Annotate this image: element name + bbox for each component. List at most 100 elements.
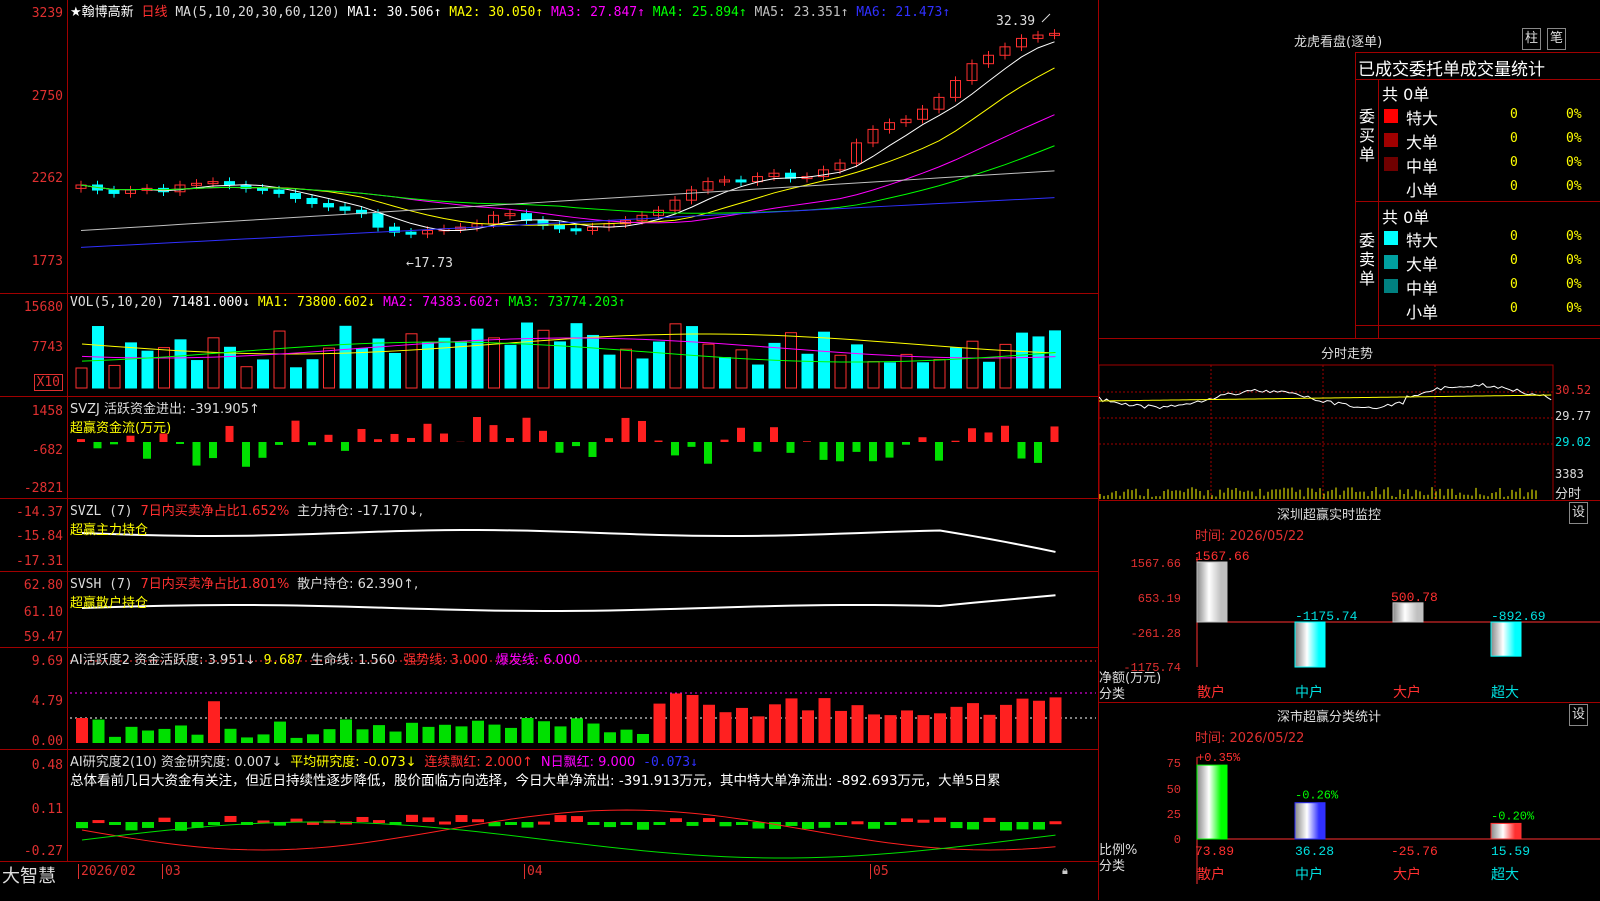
diff-label: -0.26% [1295, 789, 1339, 803]
research-bar [208, 822, 220, 825]
activity-bar [208, 701, 220, 743]
category-bar [1491, 823, 1521, 839]
y-tick: 1567.66 [1131, 557, 1181, 571]
sz-bar-chart[interactable]: 1567.66653.19-261.28-1175.741567.66散户-11… [1099, 501, 1600, 703]
research-bar [76, 822, 88, 828]
kline-panel[interactable]: 3239 2750 2262 1773 ★翰博高新 日线 MA(5,10,20,… [0, 0, 1098, 294]
activity-bar [769, 704, 781, 743]
volume-bar [505, 345, 516, 388]
ma-line-2 [81, 68, 1055, 225]
y-tick: 0 [1174, 833, 1181, 847]
research-bar [291, 819, 303, 822]
vol-ma2: MA2: 74383.602↑ [383, 295, 500, 310]
intraday-chart[interactable] [1099, 339, 1600, 501]
money-flow-bar [869, 442, 877, 461]
research-bar [571, 816, 583, 822]
ai1-header: AI活跃度2 资金活跃度: 3.951↓ 9.687 生命线: 1.560 强势… [70, 649, 580, 668]
svzj-panel[interactable]: 1458 -682 -2821 SVZJ 活跃资金进出: -391.905↑ 超… [0, 397, 1098, 499]
money-flow-bar [935, 442, 943, 461]
research-bar [934, 818, 946, 822]
diff-label: +0.35% [1197, 751, 1241, 765]
volume-bar [390, 353, 401, 388]
research-bar [109, 822, 121, 825]
ss-xlabel: 分类 [1099, 855, 1125, 874]
money-flow-bar [259, 442, 267, 458]
order-color-swatch [1384, 109, 1398, 123]
order-type-label: 中单 [1406, 275, 1438, 299]
activity-bar [1017, 699, 1029, 743]
period-label[interactable]: 日线 [141, 5, 167, 20]
order-color-swatch [1384, 181, 1398, 195]
research-bar [505, 822, 517, 825]
research-bar [819, 822, 831, 828]
volume-bar [1033, 337, 1044, 388]
money-flow-bar [803, 441, 811, 442]
stock-title[interactable]: ★翰博高新 [70, 5, 134, 20]
vol-ma1: MA1: 73800.602↓ [258, 295, 375, 310]
volume-bar [439, 338, 450, 388]
order-percent: 0% [1566, 131, 1582, 146]
category-label: 超大 [1491, 685, 1519, 701]
lock-icon[interactable]: 🔒︎ [1062, 864, 1068, 878]
research-bar [1000, 822, 1012, 831]
money-flow-bar [820, 442, 828, 460]
ss-bar-chart[interactable]: 755025073.89散户+0.35%36.28中户-0.26%-25.76大… [1099, 703, 1600, 901]
money-flow-bar [94, 442, 102, 448]
activity-bar [406, 723, 418, 743]
order-color-swatch [1384, 231, 1398, 245]
vol-header: VOL(5,10,20) 71481.000↓ MA1: 73800.602↓ … [70, 295, 626, 310]
svsh-panel[interactable]: 62.80 61.10 59.47 SVSH (7) 7日内买卖净占比1.801… [0, 572, 1098, 648]
activity-bar [439, 725, 451, 743]
category-bar [1295, 803, 1325, 839]
money-flow-bar [737, 428, 745, 442]
activity-bar [918, 715, 930, 743]
research-bar [456, 815, 468, 822]
ai-activity-panel[interactable]: 9.69 4.79 0.00 AI活跃度2 资金活跃度: 3.951↓ 9.68… [0, 648, 1098, 750]
vol-value: 71481.000↓ [172, 295, 250, 310]
activity-bar [571, 718, 583, 743]
lhb-tabs[interactable]: 已成交委托单成交量统计 [1358, 55, 1545, 80]
column-view-button[interactable]: 柱 [1522, 28, 1541, 50]
research-bar [159, 818, 171, 822]
kline-header: ★翰博高新 日线 MA(5,10,20,30,60,120) MA1: 30.5… [70, 1, 950, 20]
activity-bar [93, 720, 105, 743]
volume-panel[interactable]: 15680 7743 X10 VOL(5,10,20) 71481.000↓ M… [0, 294, 1098, 397]
candle-down [406, 232, 416, 234]
date-tick: 03 [162, 864, 181, 879]
activity-bar [505, 728, 517, 743]
research-bar [225, 816, 237, 822]
candle-down [373, 214, 383, 227]
ss-stats-panel[interactable]: 深市超赢分类统计 设 时间: 2026/05/22 755025073.89散户… [1098, 702, 1600, 900]
candle-down [522, 214, 532, 221]
volume-bar [159, 348, 170, 388]
sz-monitor-panel[interactable]: 深圳超赢实时监控 设 时间: 2026/05/22 1567.66653.19-… [1098, 500, 1600, 702]
money-flow-bar [919, 437, 927, 442]
ai2-extra: -0.073↓ [643, 755, 698, 770]
y-tick: 29.02 [1555, 435, 1591, 449]
volume-bar [654, 342, 665, 388]
intraday-panel[interactable]: 分时走势 30.52 29.77 29.02 3383 分时 [1098, 338, 1600, 500]
research-bar [423, 817, 435, 822]
ai-research-panel[interactable]: 0.48 0.11 -0.27 AI研究度2(10) 资金研究度: 0.007↓… [0, 750, 1098, 862]
svzl-panel[interactable]: -14.37 -15.84 -17.31 SVZL (7) 7日内买卖净占比1.… [0, 499, 1098, 572]
candlestick-chart[interactable] [0, 0, 1098, 294]
activity-bar [159, 729, 171, 743]
money-flow-bar [176, 442, 184, 444]
ai1-strong: 强势线: 3.000 [403, 653, 488, 668]
research-bar [868, 822, 880, 829]
money-flow-bar [902, 442, 910, 445]
research-bar [720, 822, 732, 826]
money-flow-bar [985, 432, 993, 442]
ma-params: MA(5,10,20,30,60,120) [175, 5, 339, 20]
money-flow-bar [770, 427, 778, 442]
money-flow-bar [1018, 442, 1026, 459]
research-bar [1033, 822, 1045, 830]
research-bar [142, 822, 154, 828]
volume-bar [472, 329, 483, 388]
activity-bar [241, 737, 253, 743]
volume-bar [456, 342, 467, 388]
activity-bar [703, 705, 715, 743]
ai1-activity: AI活跃度2 资金活跃度: 3.951↓ [70, 653, 256, 668]
activity-bar [984, 715, 996, 743]
tick-view-button[interactable]: 笔 [1547, 28, 1566, 50]
